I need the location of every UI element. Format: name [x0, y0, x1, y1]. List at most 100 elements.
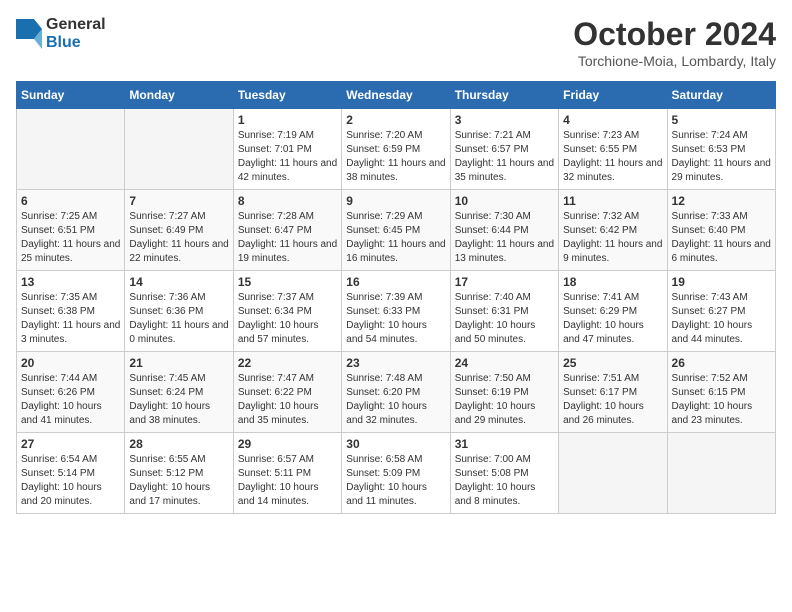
calendar-cell: 24 Sunrise: 7:50 AMSunset: 6:19 PMDayligh…: [450, 352, 558, 433]
cell-day-number: 5: [672, 113, 771, 127]
weekday-header-monday: Monday: [125, 82, 233, 109]
cell-info: Sunrise: 7:47 AMSunset: 6:22 PMDaylight:…: [238, 372, 337, 428]
weekday-header-wednesday: Wednesday: [342, 82, 450, 109]
cell-day-number: 14: [129, 275, 228, 289]
cell-day-number: 20: [21, 356, 120, 370]
cell-info: Sunrise: 7:37 AMSunset: 6:34 PMDaylight:…: [238, 291, 337, 347]
calendar-cell: 16Sunrise: 7:39 AMSunset: 6:33 PMDayligh…: [342, 271, 450, 352]
cell-day-number: 7: [129, 194, 228, 208]
cell-day-number: 6: [21, 194, 120, 208]
cell-info: Sunrise: 7:20 AMSunset: 6:59 PMDaylight:…: [346, 129, 445, 185]
calendar-cell: 22 Sunrise: 7:47 AMSunset: 6:22 PMDayligh…: [233, 352, 341, 433]
calendar-week-4: 20 Sunrise: 7:44 AMSunset: 6:26 PMDayligh…: [17, 352, 776, 433]
cell-day-number: 15: [238, 275, 337, 289]
cell-day-number: 4: [563, 113, 662, 127]
cell-info: Sunrise: 6:58 AMSunset: 5:09 PMDaylight:…: [346, 453, 445, 509]
logo-icon: [16, 19, 42, 49]
weekday-header-row: SundayMondayTuesdayWednesdayThursdayFrid…: [17, 82, 776, 109]
calendar-cell: 12 Sunrise: 7:33 AMSunset: 6:40 PMDayligh…: [667, 190, 775, 271]
cell-info: Sunrise: 7:23 AMSunset: 6:55 PMDaylight:…: [563, 129, 662, 185]
calendar-cell: 18Sunrise: 7:41 AMSunset: 6:29 PMDayligh…: [559, 271, 667, 352]
calendar-cell: 17Sunrise: 7:40 AMSunset: 6:31 PMDayligh…: [450, 271, 558, 352]
cell-day-number: 13: [21, 275, 120, 289]
cell-info: Sunrise: 7:51 AMSunset: 6:17 PMDaylight:…: [563, 372, 662, 428]
cell-info: Sunrise: 7:24 AMSunset: 6:53 PMDaylight:…: [672, 129, 771, 185]
cell-day-number: 30: [346, 437, 445, 451]
calendar-cell: 7 Sunrise: 7:27 AMSunset: 6:49 PMDaylight…: [125, 190, 233, 271]
cell-day-number: 27: [21, 437, 120, 451]
cell-info: Sunrise: 7:29 AMSunset: 6:45 PMDaylight:…: [346, 210, 445, 266]
cell-info: Sunrise: 7:30 AMSunset: 6:44 PMDaylight:…: [455, 210, 554, 266]
calendar-cell: 26Sunrise: 7:52 AMSunset: 6:15 PMDayligh…: [667, 352, 775, 433]
calendar-cell: 4 Sunrise: 7:23 AMSunset: 6:55 PMDaylight…: [559, 109, 667, 190]
cell-day-number: 25: [563, 356, 662, 370]
calendar-cell: 9 Sunrise: 7:29 AMSunset: 6:45 PMDaylight…: [342, 190, 450, 271]
logo: General Blue: [16, 16, 106, 51]
cell-day-number: 28: [129, 437, 228, 451]
logo-general: General: [46, 16, 106, 34]
calendar-cell: 29 Sunrise: 6:57 AMSunset: 5:11 PMDayligh…: [233, 433, 341, 514]
cell-info: Sunrise: 7:41 AMSunset: 6:29 PMDaylight:…: [563, 291, 662, 347]
cell-info: Sunrise: 7:48 AMSunset: 6:20 PMDaylight:…: [346, 372, 445, 428]
cell-day-number: 23: [346, 356, 445, 370]
calendar-cell: 13 Sunrise: 7:35 AMSunset: 6:38 PMDayligh…: [17, 271, 125, 352]
location-title: Torchione-Moia, Lombardy, Italy: [573, 53, 776, 69]
cell-info: Sunrise: 7:44 AMSunset: 6:26 PMDaylight:…: [21, 372, 120, 428]
cell-day-number: 29: [238, 437, 337, 451]
cell-day-number: 10: [455, 194, 554, 208]
logo-text: General Blue: [46, 16, 106, 51]
cell-info: Sunrise: 7:21 AMSunset: 6:57 PMDaylight:…: [455, 129, 554, 185]
cell-day-number: 16: [346, 275, 445, 289]
calendar-cell: 21 Sunrise: 7:45 AMSunset: 6:24 PMDayligh…: [125, 352, 233, 433]
calendar-cell: 28 Sunrise: 6:55 AMSunset: 5:12 PMDayligh…: [125, 433, 233, 514]
calendar-cell: 10 Sunrise: 7:30 AMSunset: 6:44 PMDayligh…: [450, 190, 558, 271]
cell-info: Sunrise: 6:55 AMSunset: 5:12 PMDaylight:…: [129, 453, 228, 509]
calendar-cell: [667, 433, 775, 514]
weekday-header-saturday: Saturday: [667, 82, 775, 109]
cell-info: Sunrise: 7:50 AMSunset: 6:19 PMDaylight:…: [455, 372, 554, 428]
calendar-cell: 2 Sunrise: 7:20 AMSunset: 6:59 PMDaylight…: [342, 109, 450, 190]
cell-day-number: 19: [672, 275, 771, 289]
cell-day-number: 11: [563, 194, 662, 208]
cell-day-number: 24: [455, 356, 554, 370]
cell-info: Sunrise: 7:52 AMSunset: 6:15 PMDaylight:…: [672, 372, 771, 428]
cell-info: Sunrise: 7:19 AMSunset: 7:01 PMDaylight:…: [238, 129, 337, 185]
calendar-week-3: 13 Sunrise: 7:35 AMSunset: 6:38 PMDayligh…: [17, 271, 776, 352]
cell-info: Sunrise: 7:45 AMSunset: 6:24 PMDaylight:…: [129, 372, 228, 428]
cell-day-number: 22: [238, 356, 337, 370]
weekday-header-friday: Friday: [559, 82, 667, 109]
calendar-cell: 27 Sunrise: 6:54 AMSunset: 5:14 PMDayligh…: [17, 433, 125, 514]
weekday-header-sunday: Sunday: [17, 82, 125, 109]
cell-info: Sunrise: 7:28 AMSunset: 6:47 PMDaylight:…: [238, 210, 337, 266]
cell-day-number: 12: [672, 194, 771, 208]
calendar-cell: 20 Sunrise: 7:44 AMSunset: 6:26 PMDayligh…: [17, 352, 125, 433]
cell-info: Sunrise: 7:40 AMSunset: 6:31 PMDaylight:…: [455, 291, 554, 347]
cell-info: Sunrise: 6:57 AMSunset: 5:11 PMDaylight:…: [238, 453, 337, 509]
calendar-cell: 1 Sunrise: 7:19 AMSunset: 7:01 PMDaylight…: [233, 109, 341, 190]
calendar-cell: [125, 109, 233, 190]
calendar-cell: 8Sunrise: 7:28 AMSunset: 6:47 PMDaylight…: [233, 190, 341, 271]
calendar-cell: 5 Sunrise: 7:24 AMSunset: 6:53 PMDaylight…: [667, 109, 775, 190]
cell-info: Sunrise: 7:32 AMSunset: 6:42 PMDaylight:…: [563, 210, 662, 266]
cell-info: Sunrise: 7:25 AMSunset: 6:51 PMDaylight:…: [21, 210, 120, 266]
cell-day-number: 31: [455, 437, 554, 451]
calendar-cell: 25 Sunrise: 7:51 AMSunset: 6:17 PMDayligh…: [559, 352, 667, 433]
calendar-table: SundayMondayTuesdayWednesdayThursdayFrid…: [16, 81, 776, 514]
month-title: October 2024: [573, 16, 776, 53]
weekday-header-thursday: Thursday: [450, 82, 558, 109]
cell-day-number: 21: [129, 356, 228, 370]
cell-info: Sunrise: 7:27 AMSunset: 6:49 PMDaylight:…: [129, 210, 228, 266]
calendar-cell: 6 Sunrise: 7:25 AMSunset: 6:51 PMDaylight…: [17, 190, 125, 271]
cell-info: Sunrise: 7:35 AMSunset: 6:38 PMDaylight:…: [21, 291, 120, 347]
cell-day-number: 9: [346, 194, 445, 208]
cell-day-number: 2: [346, 113, 445, 127]
calendar-cell: 30 Sunrise: 6:58 AMSunset: 5:09 PMDayligh…: [342, 433, 450, 514]
cell-day-number: 1: [238, 113, 337, 127]
calendar-cell: 31Sunrise: 7:00 AMSunset: 5:08 PMDayligh…: [450, 433, 558, 514]
cell-info: Sunrise: 6:54 AMSunset: 5:14 PMDaylight:…: [21, 453, 120, 509]
logo-mark: [16, 19, 42, 49]
page-header: General Blue October 2024 Torchione-Moia…: [16, 16, 776, 69]
cell-info: Sunrise: 7:33 AMSunset: 6:40 PMDaylight:…: [672, 210, 771, 266]
calendar-week-1: 1 Sunrise: 7:19 AMSunset: 7:01 PMDaylight…: [17, 109, 776, 190]
calendar-cell: [17, 109, 125, 190]
